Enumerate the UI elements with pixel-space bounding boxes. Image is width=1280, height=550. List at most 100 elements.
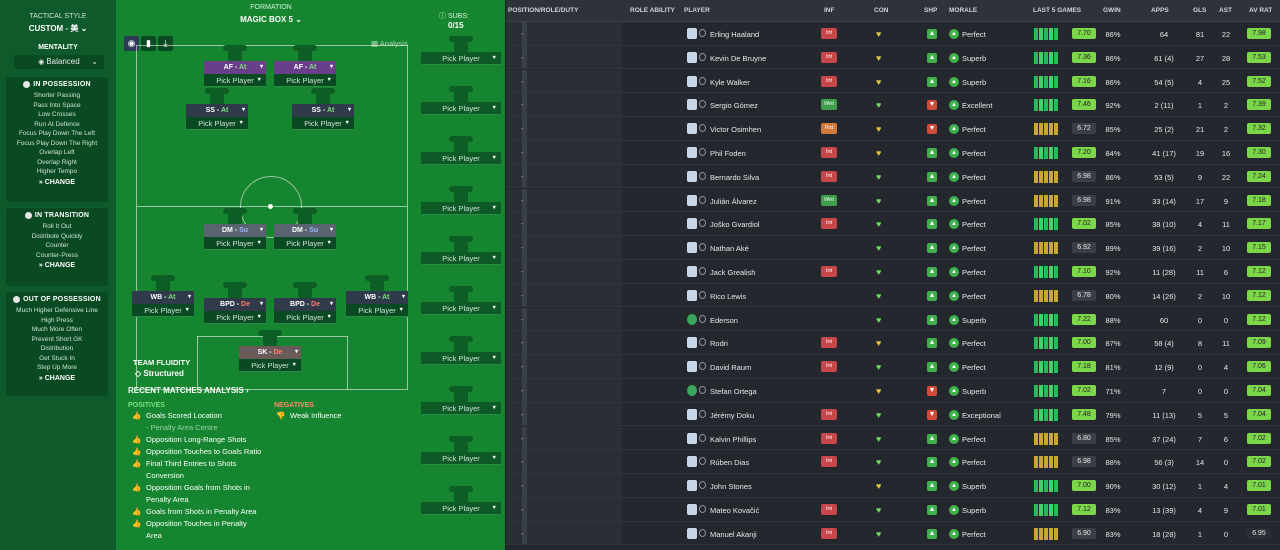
table-row[interactable]: - Jack Grealish Int ♥ ▲ ▲ Perfect 7.10 92% 11 (28… [506, 260, 1280, 284]
player-name[interactable]: John Stones [710, 482, 752, 491]
player-name[interactable]: Kalvin Phillips [710, 435, 756, 444]
player-name[interactable]: Joško Gvardiol [710, 220, 760, 229]
table-row[interactable]: - Phil Foden Int ♥ ▲ ▲ Perfect 7.20 84% 41 (17) 19… [506, 141, 1280, 165]
formation-slot[interactable]: SK - De ▾ Pick Player ▼ [239, 330, 301, 372]
drag-handle-icon[interactable] [699, 243, 706, 252]
bench-slot[interactable]: Pick Player ▼ [421, 436, 501, 465]
pick-player-dropdown[interactable]: Pick Player ▼ [274, 74, 336, 87]
pick-player-dropdown[interactable]: Pick Player ▼ [421, 402, 501, 415]
formation-slot[interactable]: AF - At ▾ Pick Player ▼ [274, 45, 336, 87]
player-name[interactable]: Kyle Walker [710, 78, 750, 87]
bench-slot[interactable]: Pick Player ▼ [421, 86, 501, 115]
col-con[interactable]: CON [874, 7, 888, 14]
drag-handle-icon[interactable] [699, 481, 706, 490]
recent-matches-link[interactable]: RECENT MATCHES ANALYSIS › [128, 386, 249, 395]
pick-player-dropdown[interactable]: Pick Player ▼ [204, 237, 266, 250]
drag-handle-icon[interactable] [699, 195, 706, 204]
player-name[interactable]: Jack Grealish [710, 268, 755, 277]
col-role-ability[interactable]: ROLE ABILITY [630, 7, 675, 14]
pick-player-dropdown[interactable]: Pick Player ▼ [292, 117, 354, 130]
col-gls[interactable]: GLS [1193, 7, 1206, 14]
position-cell[interactable]: - [506, 426, 622, 450]
in-possession-change-button[interactable]: » CHANGE [6, 179, 108, 186]
position-cell[interactable]: - [506, 283, 622, 307]
formation-slot[interactable]: DM - Su ▾ Pick Player ▼ [274, 208, 336, 250]
position-cell[interactable]: - [506, 260, 622, 283]
role-label[interactable]: WB - At ▾ [132, 291, 194, 304]
table-row[interactable]: - Victor Osimhen Rst ♥ ▼ ▲ Perfect 6.72 85% 25 (2… [506, 117, 1280, 141]
bench-slot[interactable]: Pick Player ▼ [421, 186, 501, 215]
drag-handle-icon[interactable] [699, 29, 706, 37]
formation-slot[interactable]: BPD - De ▾ Pick Player ▼ [204, 282, 266, 324]
formation-slot[interactable]: WB - At ▾ Pick Player ▼ [132, 275, 194, 317]
role-label[interactable]: BPD - De ▾ [204, 298, 266, 311]
formation-slot[interactable]: BPD - De ▾ Pick Player ▼ [274, 282, 336, 324]
player-name[interactable]: Kevin De Bruyne [710, 54, 766, 63]
role-label[interactable]: AF - At ▾ [204, 61, 266, 74]
pick-player-dropdown[interactable]: Pick Player ▼ [421, 302, 501, 315]
drag-handle-icon[interactable] [699, 409, 706, 418]
position-cell[interactable]: - [506, 45, 622, 69]
pick-player-dropdown[interactable]: Pick Player ▼ [274, 237, 336, 250]
role-label[interactable]: SS - At ▾ [186, 104, 248, 117]
table-row[interactable]: - Nathan Aké ♥ ▲ ▲ Perfect 6.92 89% 39 (16) 2 10 7.… [506, 236, 1280, 260]
col-shp[interactable]: SHP [924, 7, 937, 14]
drag-handle-icon[interactable] [699, 124, 706, 133]
role-label[interactable]: SK - De ▾ [239, 346, 301, 359]
pick-player-dropdown[interactable]: Pick Player ▼ [421, 152, 501, 165]
bench-slot[interactable]: Pick Player ▼ [421, 286, 501, 315]
drag-handle-icon[interactable] [699, 100, 706, 109]
position-cell[interactable]: - [506, 164, 622, 188]
player-name[interactable]: Phil Foden [710, 149, 746, 158]
drag-handle-icon[interactable] [699, 457, 706, 466]
drag-handle-icon[interactable] [699, 219, 706, 228]
table-row[interactable]: - Sergio Gómez Wnt ♥ ▼ ▲ Excellent 7.46 92% 2 (11… [506, 93, 1280, 118]
player-name[interactable]: Bernardo Silva [710, 173, 759, 182]
position-cell[interactable]: - [506, 379, 622, 402]
bench-slot[interactable]: Pick Player ▼ [421, 236, 501, 265]
player-name[interactable]: Stefan Ortega [710, 387, 757, 396]
formation-slot[interactable]: WB - At ▾ Pick Player ▼ [346, 275, 408, 317]
pick-player-dropdown[interactable]: Pick Player ▼ [239, 359, 301, 372]
table-row[interactable]: - Rodri Int ♥ ▲ ▲ Perfect 7.00 87% 58 (4) 8 11 7.09 [506, 331, 1280, 356]
player-name[interactable]: Erling Haaland [710, 30, 759, 39]
pick-player-dropdown[interactable]: Pick Player ▼ [421, 252, 501, 265]
drag-handle-icon[interactable] [699, 386, 706, 394]
drag-handle-icon[interactable] [699, 267, 706, 275]
col-last5[interactable]: LAST 5 GAMES [1033, 7, 1081, 14]
table-row[interactable]: - Erling Haaland Int ♥ ▲ ▲ Perfect 7.70 86% 64 81 2… [506, 22, 1280, 46]
formation-slot[interactable]: SS - At ▾ Pick Player ▼ [292, 88, 354, 130]
table-row[interactable]: - Stefan Ortega ♥ ▼ ▲ Superb 7.02 71% 7 0 0 7.04 [506, 379, 1280, 403]
drag-handle-icon[interactable] [699, 505, 706, 513]
formation-slot[interactable]: SS - At ▾ Pick Player ▼ [186, 88, 248, 130]
drag-handle-icon[interactable] [699, 171, 706, 180]
position-cell[interactable]: - [506, 22, 622, 45]
table-row[interactable]: - John Stones ♥ ▲ ▲ Superb 7.00 90% 30 (12) 1 4 7.0… [506, 474, 1280, 498]
role-label[interactable]: DM - Su ▾ [274, 224, 336, 237]
in-transition-change-button[interactable]: » CHANGE [6, 262, 108, 269]
table-row[interactable]: - Kyle Walker Int ♥ ▲ ▲ Superb 7.16 86% 54 (5) 4 25… [506, 69, 1280, 94]
table-row[interactable]: - Bernardo Silva Int ♥ ▲ ▲ Perfect 6.98 86% 53 (5… [506, 164, 1280, 189]
pick-player-dropdown[interactable]: Pick Player ▼ [186, 117, 248, 130]
pick-player-dropdown[interactable]: Pick Player ▼ [346, 304, 408, 317]
table-row[interactable]: - Jérémy Doku Int ♥ ▼ ▲ Exceptional 7.48 79% 11 (… [506, 402, 1280, 427]
bench-slot[interactable]: Pick Player ▼ [421, 486, 501, 515]
pick-player-dropdown[interactable]: Pick Player ▼ [421, 52, 501, 65]
col-avrat[interactable]: AV RAT [1249, 7, 1272, 14]
mentality-dropdown[interactable]: ◉ Balanced ⌄ [14, 55, 104, 69]
drag-handle-icon[interactable] [699, 76, 706, 85]
pick-player-dropdown[interactable]: Pick Player ▼ [274, 311, 336, 324]
drag-handle-icon[interactable] [699, 290, 706, 299]
role-label[interactable]: DM - Su ▾ [204, 224, 266, 237]
player-name[interactable]: Julián Álvarez [710, 197, 757, 206]
position-cell[interactable]: - [506, 450, 622, 474]
col-position[interactable]: POSITION/ROLE/DUTY [508, 7, 578, 14]
position-cell[interactable]: - [506, 212, 622, 236]
player-name[interactable]: Rúben Dias [710, 458, 749, 467]
position-cell[interactable]: - [506, 402, 622, 426]
table-row[interactable]: - Julián Álvarez Wnt ♥ ▲ ▲ Perfect 6.98 91% 33 (1… [506, 188, 1280, 213]
drag-handle-icon[interactable] [699, 148, 706, 156]
player-name[interactable]: Nathan Aké [710, 244, 749, 253]
pick-player-dropdown[interactable]: Pick Player ▼ [421, 352, 501, 365]
player-name[interactable]: Victor Osimhen [710, 125, 761, 134]
